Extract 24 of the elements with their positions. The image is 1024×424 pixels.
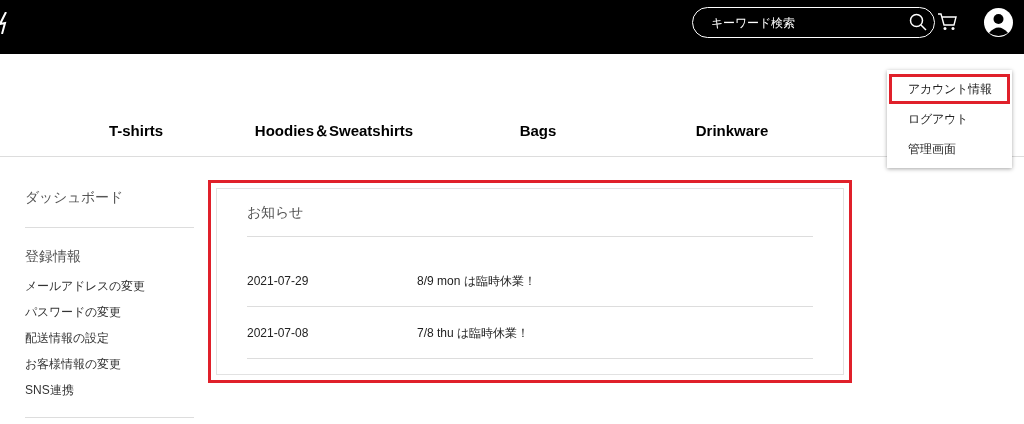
search-field[interactable]: キーワード検索	[692, 7, 935, 38]
menu-item[interactable]: ログアウト	[889, 104, 1010, 134]
sidebar-link[interactable]: 配送情報の設定	[25, 325, 194, 351]
menu-item[interactable]: アカウント情報	[889, 74, 1010, 104]
sidebar-link[interactable]: メールアドレスの変更	[25, 273, 194, 299]
nav-link[interactable]: Bags	[519, 120, 557, 143]
sidebar-link[interactable]: SNS連携	[25, 377, 194, 403]
notice-link[interactable]: 7/8 thu は臨時休業！	[417, 323, 530, 342]
notice-link[interactable]: 8/9 mon は臨時休業！	[417, 271, 536, 290]
sidebar-link[interactable]: パスワードの変更	[25, 299, 194, 325]
notice-date: 2021-07-29	[247, 272, 310, 290]
cart-icon[interactable]	[937, 13, 957, 31]
avatar-icon[interactable]	[984, 8, 1013, 37]
menu-item[interactable]: 管理画面	[889, 134, 1010, 164]
search-icon[interactable]	[909, 13, 927, 31]
nav-link[interactable]: Drinkware	[695, 120, 769, 143]
logo-icon[interactable]	[0, 12, 8, 34]
nav-link[interactable]: Hoodies＆Sweatshirts	[254, 120, 414, 143]
notices-title: お知らせ	[247, 189, 813, 237]
sidebar-link[interactable]: お客様情報の変更	[25, 351, 194, 377]
sidebar-heading[interactable]: ダッシュボード	[25, 187, 194, 227]
nav-link[interactable]: T-shirts	[108, 120, 164, 143]
sidebar-heading: 登録情報	[25, 247, 82, 266]
notice-date: 2021-07-08	[247, 324, 310, 342]
